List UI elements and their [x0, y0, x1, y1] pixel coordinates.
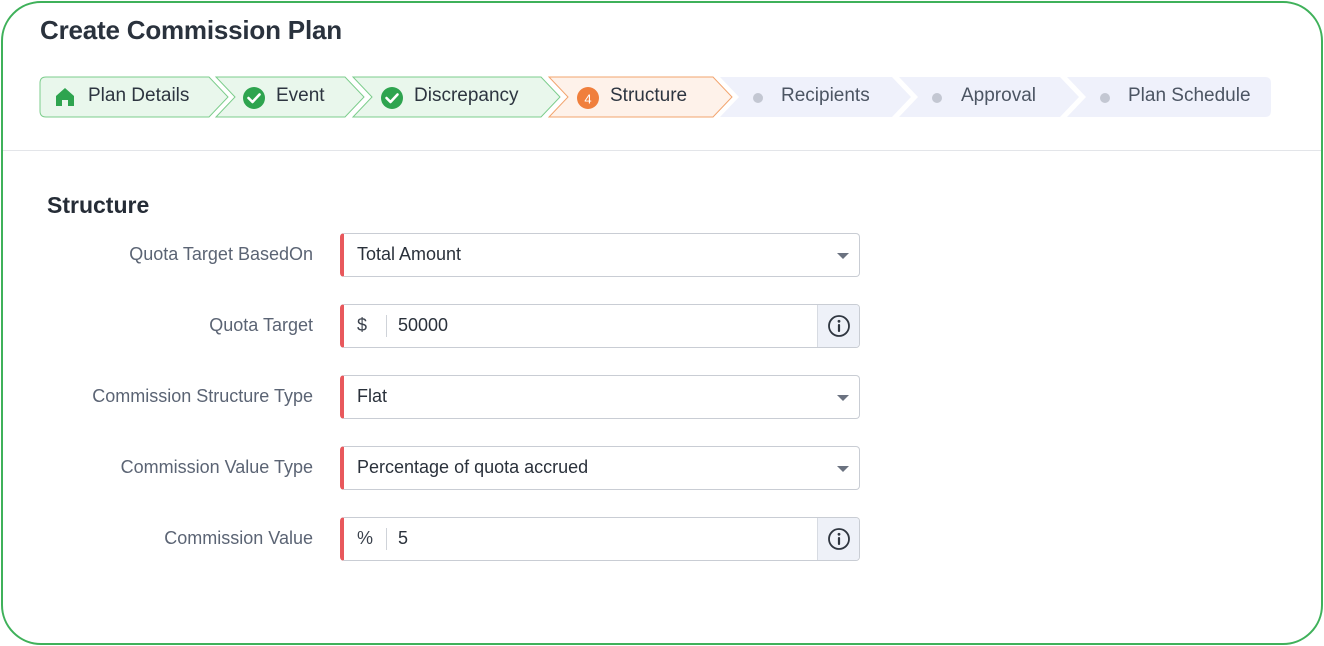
- input-value: 50000: [398, 315, 449, 335]
- caret-down-icon: [837, 395, 849, 401]
- header-divider: [3, 150, 1321, 151]
- commission-value-label: Commission Value: [164, 528, 313, 548]
- step-label-recipients: Recipients: [781, 85, 870, 106]
- quota-target-row: Quota Target $ 50000: [3, 304, 1321, 348]
- commission-value-type-select[interactable]: Percentage of quota accrued: [340, 446, 860, 490]
- step-label-event: Event: [276, 85, 325, 106]
- step-label-plan-details: Plan Details: [88, 85, 190, 106]
- commission-value-input[interactable]: % 5: [340, 517, 860, 561]
- dot-icon: [932, 93, 942, 103]
- commission-value-type-row: Commission Value Type Percentage of quot…: [3, 446, 1321, 490]
- quota-target-based-on-select[interactable]: Total Amount: [340, 233, 860, 277]
- check-circle-icon: [243, 87, 265, 109]
- caret-down-icon: [837, 253, 849, 259]
- caret-down-icon: [837, 466, 849, 472]
- page-frame: Create Commission Plan 4 Plan Details Ev…: [1, 1, 1323, 645]
- info-button[interactable]: [817, 518, 859, 560]
- info-button[interactable]: [817, 305, 859, 347]
- commission-value-row: Commission Value % 5: [3, 517, 1321, 561]
- step-number: 4: [584, 92, 591, 107]
- select-value: Percentage of quota accrued: [357, 457, 589, 477]
- step-label-discrepancy: Discrepancy: [414, 85, 519, 106]
- check-circle-icon: [381, 87, 403, 109]
- commission-structure-type-row: Commission Structure Type Flat: [3, 375, 1321, 419]
- step-label-structure: Structure: [610, 85, 688, 106]
- quota-target-label: Quota Target: [209, 315, 313, 335]
- commission-structure-type-label: Commission Structure Type: [92, 386, 313, 406]
- input-value: 5: [398, 528, 409, 548]
- select-value: Total Amount: [357, 244, 462, 264]
- step-label-plan-schedule: Plan Schedule: [1128, 85, 1251, 106]
- info-icon: [828, 315, 850, 337]
- commission-structure-type-select[interactable]: Flat: [340, 375, 860, 419]
- commission-value-type-label: Commission Value Type: [120, 457, 313, 477]
- progress-stepper: 4 Plan Details Event Discrepancy Structu…: [3, 3, 1321, 153]
- prefix-separator: [386, 315, 387, 337]
- currency-prefix: $: [357, 315, 368, 335]
- quota-target-input[interactable]: $ 50000: [340, 304, 860, 348]
- prefix-separator: [386, 528, 387, 550]
- select-value: Flat: [357, 386, 388, 406]
- quota-target-based-on-row: Quota Target BasedOn Total Amount: [3, 233, 1321, 277]
- dot-icon: [1100, 93, 1110, 103]
- section-title: Structure: [47, 192, 150, 218]
- percent-prefix: %: [357, 528, 374, 548]
- dot-icon: [753, 93, 763, 103]
- quota-target-based-on-label: Quota Target BasedOn: [129, 244, 313, 264]
- info-icon: [828, 528, 850, 550]
- step-label-approval: Approval: [961, 85, 1036, 106]
